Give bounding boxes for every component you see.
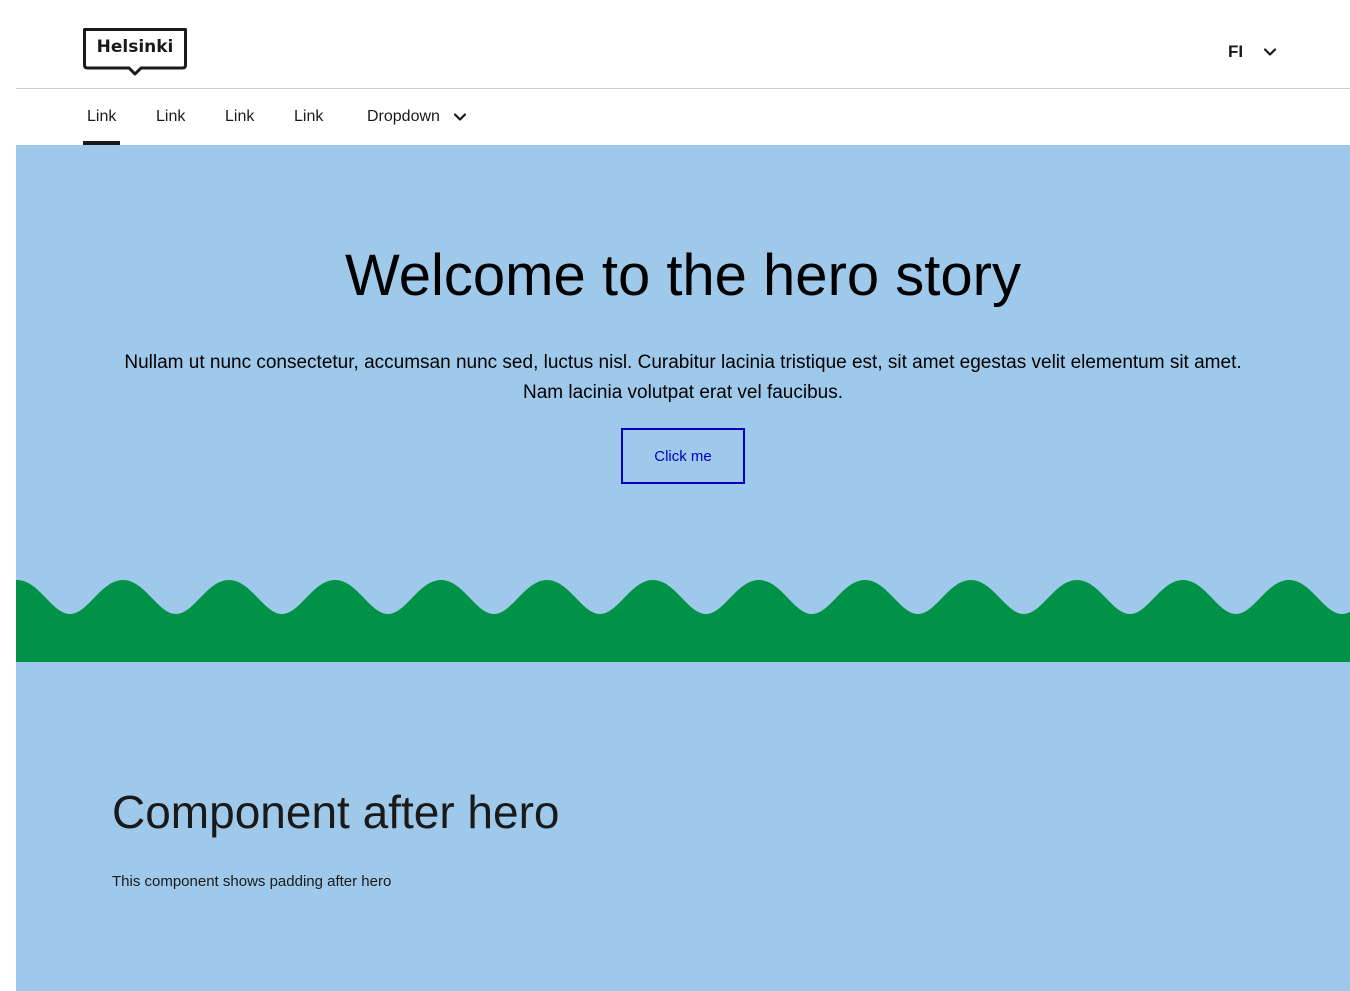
page: Helsinki FI Link Link Link Link Dropdown… [16, 0, 1350, 991]
nav-dropdown-label: Dropdown [367, 108, 440, 125]
after-hero-title: Component after hero [112, 786, 560, 838]
after-hero-text: This component shows padding after hero [112, 873, 392, 890]
hero-section: Welcome to the hero story Nullam ut nunc… [16, 145, 1350, 580]
nav-link-4[interactable]: Link [294, 89, 323, 145]
nav-link-2[interactable]: Link [156, 89, 185, 145]
after-hero-section: Component after hero This component show… [16, 662, 1350, 991]
chevron-down-icon [1263, 48, 1277, 56]
language-selector[interactable]: FI [1228, 40, 1280, 64]
wave-koro-divider [16, 578, 1350, 662]
wave-shape [16, 578, 1350, 662]
site-header: Helsinki FI [16, 0, 1350, 89]
chevron-down-icon [453, 113, 467, 121]
nav-link-3[interactable]: Link [225, 89, 254, 145]
main-navigation: Link Link Link Link Dropdown [16, 89, 1350, 145]
nav-link-1[interactable]: Link [82, 89, 121, 145]
hero-text: Nullam ut nunc consectetur, accumsan nun… [124, 352, 1242, 403]
logo-text: Helsinki [96, 37, 174, 57]
hero-title: Welcome to the hero story [345, 243, 1021, 308]
helsinki-logo[interactable]: Helsinki [83, 28, 187, 76]
language-label: FI [1228, 42, 1244, 61]
hero-cta-button[interactable]: Click me [621, 428, 745, 484]
nav-dropdown[interactable]: Dropdown [367, 89, 470, 145]
